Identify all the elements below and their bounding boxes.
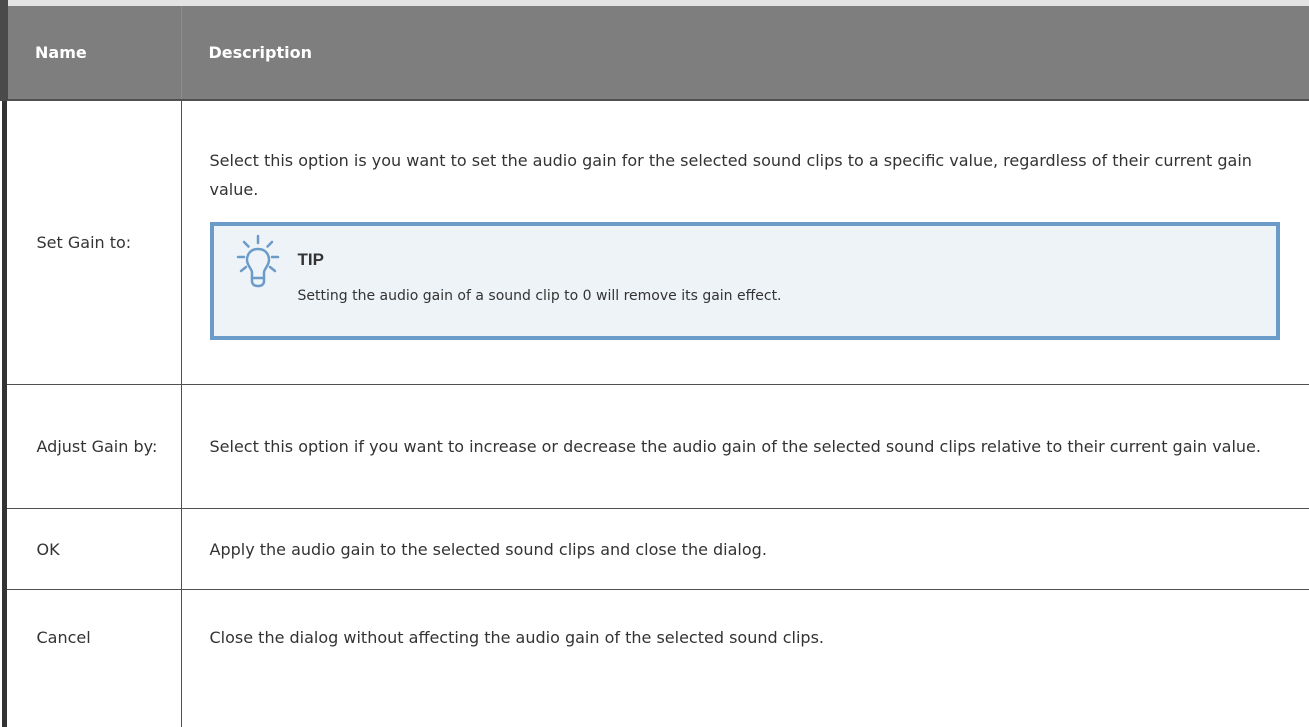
option-description: Select this option is you want to set th…: [210, 146, 1293, 204]
table-row: OK Apply the audio gain to the selected …: [4, 509, 1309, 590]
table-row: Cancel Close the dialog without affectin…: [4, 590, 1309, 727]
option-name: OK: [4, 509, 181, 590]
lightbulb-icon: [236, 234, 280, 288]
option-name: Set Gain to:: [4, 100, 181, 385]
table-row: Adjust Gain by: Select this option if yo…: [4, 385, 1309, 509]
option-description: Close the dialog without affecting the a…: [181, 590, 1309, 727]
option-description: Select this option if you want to increa…: [181, 385, 1309, 509]
table-row: Set Gain to: Select this option is you w…: [4, 100, 1309, 385]
options-table: Name Description Set Gain to: Select thi…: [0, 0, 1309, 727]
tip-label: TIP: [298, 250, 324, 270]
option-description: Apply the audio gain to the selected sou…: [181, 509, 1309, 590]
option-name: Cancel: [4, 590, 181, 727]
table-header-row: Name Description: [4, 3, 1309, 100]
header-description: Description: [181, 3, 1309, 100]
option-name: Adjust Gain by:: [4, 385, 181, 509]
header-name: Name: [4, 3, 181, 100]
option-description-cell: Select this option is you want to set th…: [181, 100, 1309, 385]
tip-text: Setting the audio gain of a sound clip t…: [298, 286, 782, 306]
tip-callout: TIP Setting the audio gain of a sound cl…: [210, 222, 1280, 340]
